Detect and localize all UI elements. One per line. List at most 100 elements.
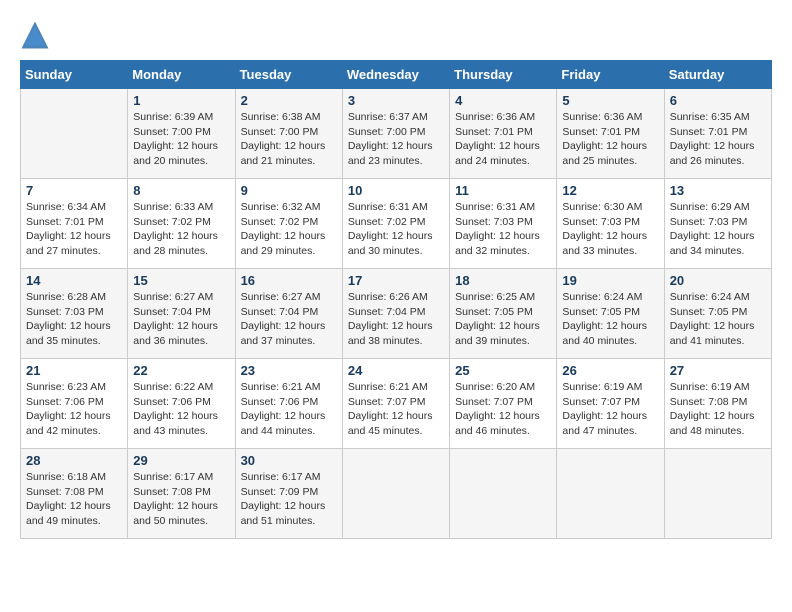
weekday-header: Tuesday xyxy=(235,61,342,89)
day-number: 10 xyxy=(348,183,444,198)
day-number: 25 xyxy=(455,363,551,378)
calendar-cell: 15 Sunrise: 6:27 AMSunset: 7:04 PMDayligh… xyxy=(128,269,235,359)
calendar-cell: 12 Sunrise: 6:30 AMSunset: 7:03 PMDayligh… xyxy=(557,179,664,269)
calendar-cell: 7Sunrise: 6:34 AMSunset: 7:01 PMDaylight… xyxy=(21,179,128,269)
day-number: 5 xyxy=(562,93,658,108)
calendar-cell: 10 Sunrise: 6:31 AMSunset: 7:02 PMDayligh… xyxy=(342,179,449,269)
day-info: Sunrise: 6:37 AMSunset: 7:00 PMDaylight:… xyxy=(348,110,444,169)
weekday-header: Thursday xyxy=(450,61,557,89)
calendar-cell: 27 Sunrise: 6:19 AMSunset: 7:08 PMDayligh… xyxy=(664,359,771,449)
calendar-cell: 16Sunrise: 6:27 AMSunset: 7:04 PMDayligh… xyxy=(235,269,342,359)
calendar-cell: 28Sunrise: 6:18 AMSunset: 7:08 PMDayligh… xyxy=(21,449,128,539)
day-number: 18 xyxy=(455,273,551,288)
day-info: Sunrise: 6:39 AMSunset: 7:00 PMDaylight:… xyxy=(133,110,229,169)
calendar-cell: 5 Sunrise: 6:36 AMSunset: 7:01 PMDaylight… xyxy=(557,89,664,179)
calendar-cell xyxy=(342,449,449,539)
day-number: 17 xyxy=(348,273,444,288)
day-info: Sunrise: 6:31 AMSunset: 7:02 PMDaylight:… xyxy=(348,200,444,259)
day-info: Sunrise: 6:35 AMSunset: 7:01 PMDaylight:… xyxy=(670,110,766,169)
day-number: 12 xyxy=(562,183,658,198)
day-info: Sunrise: 6:23 AMSunset: 7:06 PMDaylight:… xyxy=(26,380,122,439)
calendar-cell: 1 Sunrise: 6:39 AMSunset: 7:00 PMDaylight… xyxy=(128,89,235,179)
day-info: Sunrise: 6:31 AMSunset: 7:03 PMDaylight:… xyxy=(455,200,551,259)
calendar-cell: 23 Sunrise: 6:21 AMSunset: 7:06 PMDayligh… xyxy=(235,359,342,449)
day-number: 13 xyxy=(670,183,766,198)
day-info: Sunrise: 6:21 AMSunset: 7:07 PMDaylight:… xyxy=(348,380,444,439)
calendar-cell: 19 Sunrise: 6:24 AMSunset: 7:05 PMDayligh… xyxy=(557,269,664,359)
day-number: 23 xyxy=(241,363,337,378)
day-info: Sunrise: 6:36 AMSunset: 7:01 PMDaylight:… xyxy=(455,110,551,169)
day-info: Sunrise: 6:22 AMSunset: 7:06 PMDaylight:… xyxy=(133,380,229,439)
day-info: Sunrise: 6:33 AMSunset: 7:02 PMDaylight:… xyxy=(133,200,229,259)
calendar-cell: 6 Sunrise: 6:35 AMSunset: 7:01 PMDaylight… xyxy=(664,89,771,179)
day-info: Sunrise: 6:32 AMSunset: 7:02 PMDaylight:… xyxy=(241,200,337,259)
day-number: 8 xyxy=(133,183,229,198)
day-number: 16 xyxy=(241,273,337,288)
day-info: Sunrise: 6:18 AMSunset: 7:08 PMDaylight:… xyxy=(26,470,122,529)
day-number: 2 xyxy=(241,93,337,108)
day-info: Sunrise: 6:28 AMSunset: 7:03 PMDaylight:… xyxy=(26,290,122,349)
calendar-cell: 9 Sunrise: 6:32 AMSunset: 7:02 PMDaylight… xyxy=(235,179,342,269)
weekday-header: Monday xyxy=(128,61,235,89)
calendar-cell: 8 Sunrise: 6:33 AMSunset: 7:02 PMDaylight… xyxy=(128,179,235,269)
calendar-cell xyxy=(450,449,557,539)
day-info: Sunrise: 6:38 AMSunset: 7:00 PMDaylight:… xyxy=(241,110,337,169)
day-number: 4 xyxy=(455,93,551,108)
day-number: 21 xyxy=(26,363,122,378)
day-number: 30 xyxy=(241,453,337,468)
day-info: Sunrise: 6:25 AMSunset: 7:05 PMDaylight:… xyxy=(455,290,551,349)
day-info: Sunrise: 6:36 AMSunset: 7:01 PMDaylight:… xyxy=(562,110,658,169)
calendar-week-row: 14Sunrise: 6:28 AMSunset: 7:03 PMDayligh… xyxy=(21,269,772,359)
calendar-header-row: SundayMondayTuesdayWednesdayThursdayFrid… xyxy=(21,61,772,89)
day-number: 24 xyxy=(348,363,444,378)
day-info: Sunrise: 6:17 AMSunset: 7:08 PMDaylight:… xyxy=(133,470,229,529)
day-number: 7 xyxy=(26,183,122,198)
calendar-week-row: 7Sunrise: 6:34 AMSunset: 7:01 PMDaylight… xyxy=(21,179,772,269)
day-info: Sunrise: 6:24 AMSunset: 7:05 PMDaylight:… xyxy=(562,290,658,349)
calendar-table: SundayMondayTuesdayWednesdayThursdayFrid… xyxy=(20,60,772,539)
day-number: 22 xyxy=(133,363,229,378)
calendar-cell: 17 Sunrise: 6:26 AMSunset: 7:04 PMDayligh… xyxy=(342,269,449,359)
calendar-cell: 26 Sunrise: 6:19 AMSunset: 7:07 PMDayligh… xyxy=(557,359,664,449)
day-number: 20 xyxy=(670,273,766,288)
calendar-cell xyxy=(664,449,771,539)
calendar-week-row: 1 Sunrise: 6:39 AMSunset: 7:00 PMDaylight… xyxy=(21,89,772,179)
day-number: 27 xyxy=(670,363,766,378)
calendar-cell: 3 Sunrise: 6:37 AMSunset: 7:00 PMDaylight… xyxy=(342,89,449,179)
calendar-cell: 21 Sunrise: 6:23 AMSunset: 7:06 PMDayligh… xyxy=(21,359,128,449)
day-info: Sunrise: 6:20 AMSunset: 7:07 PMDaylight:… xyxy=(455,380,551,439)
calendar-cell: 11 Sunrise: 6:31 AMSunset: 7:03 PMDayligh… xyxy=(450,179,557,269)
calendar-cell: 24 Sunrise: 6:21 AMSunset: 7:07 PMDayligh… xyxy=(342,359,449,449)
calendar-cell: 18 Sunrise: 6:25 AMSunset: 7:05 PMDayligh… xyxy=(450,269,557,359)
day-number: 6 xyxy=(670,93,766,108)
page-header xyxy=(20,20,772,50)
day-number: 11 xyxy=(455,183,551,198)
day-info: Sunrise: 6:30 AMSunset: 7:03 PMDaylight:… xyxy=(562,200,658,259)
logo-icon xyxy=(20,20,50,50)
day-number: 3 xyxy=(348,93,444,108)
calendar-cell: 2 Sunrise: 6:38 AMSunset: 7:00 PMDaylight… xyxy=(235,89,342,179)
day-number: 15 xyxy=(133,273,229,288)
day-number: 19 xyxy=(562,273,658,288)
day-info: Sunrise: 6:19 AMSunset: 7:08 PMDaylight:… xyxy=(670,380,766,439)
day-info: Sunrise: 6:21 AMSunset: 7:06 PMDaylight:… xyxy=(241,380,337,439)
calendar-cell xyxy=(21,89,128,179)
calendar-week-row: 28Sunrise: 6:18 AMSunset: 7:08 PMDayligh… xyxy=(21,449,772,539)
day-number: 26 xyxy=(562,363,658,378)
day-info: Sunrise: 6:24 AMSunset: 7:05 PMDaylight:… xyxy=(670,290,766,349)
weekday-header: Saturday xyxy=(664,61,771,89)
day-info: Sunrise: 6:26 AMSunset: 7:04 PMDaylight:… xyxy=(348,290,444,349)
day-info: Sunrise: 6:19 AMSunset: 7:07 PMDaylight:… xyxy=(562,380,658,439)
calendar-cell: 14Sunrise: 6:28 AMSunset: 7:03 PMDayligh… xyxy=(21,269,128,359)
day-number: 9 xyxy=(241,183,337,198)
day-info: Sunrise: 6:27 AMSunset: 7:04 PMDaylight:… xyxy=(133,290,229,349)
day-number: 1 xyxy=(133,93,229,108)
calendar-week-row: 21 Sunrise: 6:23 AMSunset: 7:06 PMDayligh… xyxy=(21,359,772,449)
weekday-header: Wednesday xyxy=(342,61,449,89)
weekday-header: Sunday xyxy=(21,61,128,89)
day-number: 29 xyxy=(133,453,229,468)
calendar-cell: 30Sunrise: 6:17 AMSunset: 7:09 PMDayligh… xyxy=(235,449,342,539)
calendar-cell: 22 Sunrise: 6:22 AMSunset: 7:06 PMDayligh… xyxy=(128,359,235,449)
calendar-cell: 20 Sunrise: 6:24 AMSunset: 7:05 PMDayligh… xyxy=(664,269,771,359)
calendar-cell: 29 Sunrise: 6:17 AMSunset: 7:08 PMDayligh… xyxy=(128,449,235,539)
